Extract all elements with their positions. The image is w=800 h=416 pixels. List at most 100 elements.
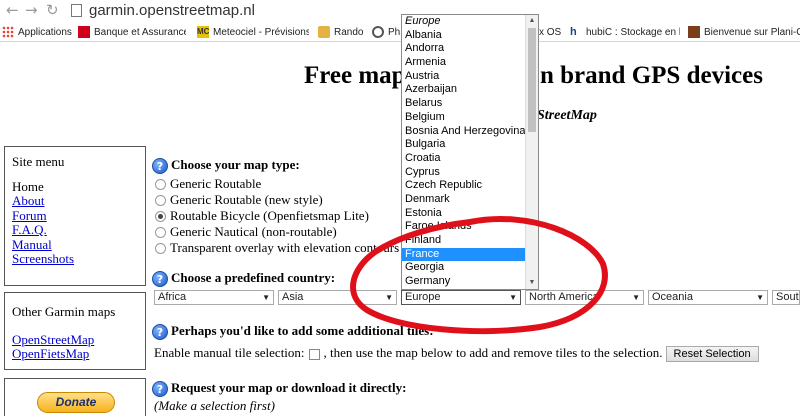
back-arrow-icon[interactable]: ← (6, 2, 19, 18)
select-value: North America (529, 291, 599, 303)
radio-label: Routable Bicycle (Openfietsmap Lite) (170, 208, 369, 223)
hubic-icon: h (570, 26, 577, 38)
bookmark-label: Ph (388, 26, 401, 38)
radio-generic-routable-new[interactable] (155, 194, 166, 206)
link-openfietsmap[interactable]: OpenFietsMap (12, 346, 138, 362)
radio-generic-nautical[interactable] (155, 226, 166, 238)
select-oceania[interactable]: Oceania ▼ (648, 290, 768, 305)
dropdown-option[interactable]: Belarus (402, 97, 526, 111)
dropdown-option[interactable]: Belgium (402, 111, 526, 125)
dropdown-option[interactable]: Andorra (402, 42, 526, 56)
map-type-option[interactable]: Generic Routable (155, 176, 261, 192)
dropdown-option[interactable]: France (402, 247, 526, 262)
dropdown-option[interactable]: Austria (402, 70, 526, 84)
page-icon (71, 4, 82, 17)
map-type-option[interactable]: Generic Routable (new style) (155, 192, 323, 208)
scroll-down-icon[interactable]: ▼ (526, 277, 538, 289)
reset-selection-button[interactable]: Reset Selection (665, 346, 759, 363)
address-bar: ← → ↻ garmin.openstreetmap.nl (0, 0, 800, 22)
select-africa[interactable]: Africa ▼ (154, 290, 274, 305)
dropdown-option[interactable]: Faroe Islands (402, 220, 526, 234)
ph-icon (372, 26, 384, 38)
map-type-option[interactable]: Transparent overlay with elevation conto… (155, 240, 399, 256)
select-asia[interactable]: Asia ▼ (278, 290, 397, 305)
scroll-up-icon[interactable]: ▲ (526, 15, 538, 27)
dropdown-option[interactable]: Czech Republic (402, 179, 526, 193)
radio-routable-bicycle[interactable] (155, 210, 166, 222)
select-south-america[interactable]: South (772, 290, 800, 305)
bookmark-meteociel[interactable]: MC Meteociel - Prévisions (197, 25, 309, 39)
country-dropdown-list[interactable]: Europe Albania Andorra Armenia Austria Azerb… (401, 14, 539, 290)
select-north-america[interactable]: North America ▼ (525, 290, 644, 305)
chevron-down-icon: ▼ (385, 293, 393, 302)
dropdown-option[interactable]: Bulgaria (402, 138, 526, 152)
select-europe[interactable]: Europe ▼ (401, 290, 521, 305)
apps-grid-icon (2, 26, 14, 38)
radio-generic-routable[interactable] (155, 178, 166, 190)
dropdown-scrollbar[interactable]: ▲ ▼ (525, 15, 538, 289)
folder-icon (318, 26, 330, 38)
url-field[interactable]: garmin.openstreetmap.nl (89, 2, 255, 19)
menu-link-forum[interactable]: Forum (12, 208, 138, 224)
bookmark-label: Banque et Assurances (94, 26, 186, 38)
radio-label: Generic Routable (170, 176, 262, 191)
bank-icon (78, 26, 90, 38)
bookmark-banque[interactable]: Banque et Assurances (78, 25, 186, 39)
menu-link-faq[interactable]: F.A.Q. (12, 222, 138, 238)
dropdown-option[interactable]: Azerbaijan (402, 83, 526, 97)
bookmark-label: hubiC : Stockage en li (586, 26, 680, 38)
map-type-heading-text: Choose your map type: (171, 157, 300, 172)
bookmark-label: Applications (18, 26, 72, 38)
dropdown-group-label: Europe (405, 15, 441, 27)
select-value: South (776, 291, 799, 303)
dropdown-option[interactable]: Armenia (402, 56, 526, 70)
bookmark-hubic[interactable]: h hubiC : Stockage en li (570, 25, 680, 39)
menu-link-screenshots[interactable]: Screenshots (12, 251, 138, 267)
site-menu-heading: Site menu (12, 154, 65, 169)
radio-transparent-overlay[interactable] (155, 242, 166, 254)
radio-label: Generic Routable (new style) (170, 192, 323, 207)
help-icon[interactable]: ? (152, 158, 168, 175)
country-heading-text: Choose a predefined country: (171, 270, 336, 285)
select-value: Europe (405, 291, 441, 303)
bookmark-os[interactable]: x OS (539, 25, 563, 39)
dropdown-option[interactable]: Cyprus (402, 166, 526, 180)
help-icon[interactable]: ? (152, 324, 168, 341)
request-heading: ? Request your map or download it directl… (152, 380, 407, 398)
map-type-option[interactable]: Generic Nautical (non-routable) (155, 224, 337, 240)
forward-arrow-icon[interactable]: → (25, 2, 38, 18)
page-title: Free map n brand GPS devices (304, 62, 763, 90)
menu-link-about[interactable]: About (12, 193, 138, 209)
page-title-part1: Free map (304, 62, 406, 89)
help-icon[interactable]: ? (152, 381, 168, 398)
bookmark-rando[interactable]: Rando (318, 25, 366, 39)
select-value: Oceania (652, 291, 693, 303)
manual-tile-checkbox[interactable] (308, 348, 320, 360)
meteociel-icon: MC (197, 26, 210, 38)
dropdown-option[interactable]: Denmark (402, 193, 526, 207)
dropdown-option[interactable]: Croatia (402, 152, 526, 166)
map-type-option[interactable]: Routable Bicycle (Openfietsmap Lite) (155, 208, 369, 224)
link-openstreetmap[interactable]: OpenStreetMap (12, 332, 138, 348)
country-heading: ? Choose a predefined country: (152, 270, 336, 288)
reload-icon[interactable]: ↻ (46, 2, 59, 18)
bookmark-applications[interactable]: Applications (2, 25, 74, 39)
site-menu: Site menu Home About Forum F.A.Q. Manual… (4, 146, 146, 286)
dropdown-options: Europe Albania Andorra Armenia Austria Azerb… (402, 15, 526, 289)
help-icon[interactable]: ? (152, 271, 168, 288)
tiles-instructions: , then use the map below to add and remo… (323, 345, 663, 360)
scrollbar-thumb[interactable] (528, 28, 536, 132)
chevron-down-icon: ▼ (262, 293, 270, 302)
dropdown-option[interactable]: Germany (402, 275, 526, 289)
dropdown-option[interactable]: Bosnia And Herzegovina (402, 125, 526, 139)
dropdown-option[interactable]: Finland (402, 234, 526, 248)
dropdown-option[interactable]: Albania (402, 29, 526, 43)
bookmark-ph[interactable]: Ph (372, 25, 402, 39)
dropdown-option[interactable]: Georgia (402, 261, 526, 275)
donate-button[interactable]: Donate (37, 392, 115, 413)
request-heading-text: Request your map or download it directly… (171, 380, 407, 395)
select-value: Asia (282, 291, 304, 303)
menu-link-manual[interactable]: Manual (12, 237, 138, 253)
dropdown-option[interactable]: Estonia (402, 207, 526, 221)
bookmark-plani[interactable]: Bienvenue sur Plani-C (688, 25, 800, 39)
